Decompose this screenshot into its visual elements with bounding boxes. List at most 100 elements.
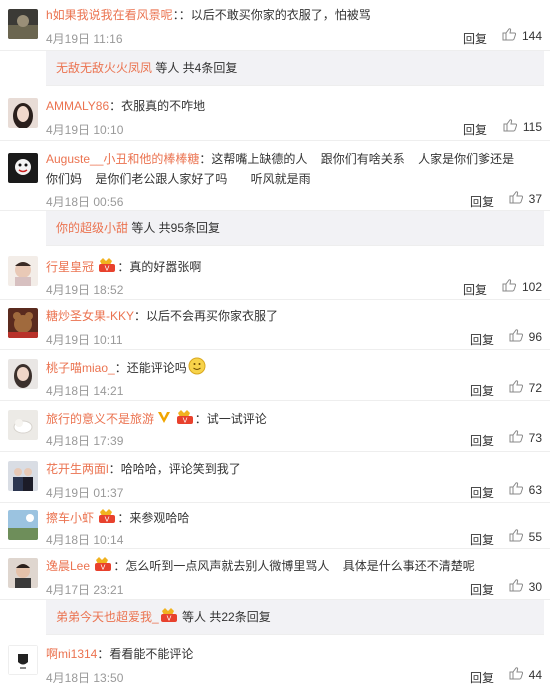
comment-item: 旅行的意义不是旅游 V ：试一试评论 4月18日 17:39 回复 73 (0, 401, 550, 452)
comment-text: 以后不会再买你家衣服了 (146, 309, 279, 323)
vip-badge-icon: V (160, 601, 178, 635)
reply-summary[interactable]: 你的超级小甜 等人 共95条回复 (46, 211, 544, 246)
like-button[interactable]: 30 (509, 579, 542, 595)
reply-button[interactable]: 回复 (470, 331, 494, 348)
like-button[interactable]: 73 (509, 430, 542, 446)
reply-summary-user[interactable]: 你的超级小甜 (56, 221, 128, 235)
comment-item: 擦车小虾 V ：来参观哈哈 4月18日 10:14 回复 55 (0, 503, 550, 549)
comment-username[interactable]: 啊mi1314 (46, 647, 97, 661)
comment-text: 真的好嚣张啊 (129, 260, 202, 274)
like-button[interactable]: 55 (509, 529, 542, 545)
thumbs-up-icon (503, 119, 517, 135)
reply-button[interactable]: 回复 (470, 531, 494, 548)
thumbs-up-icon (509, 482, 523, 498)
like-count: 37 (528, 192, 542, 206)
comment-username[interactable]: 花开生两面l (46, 462, 109, 476)
comment-separator: ： (97, 647, 110, 661)
comment-username[interactable]: 桃子喵miao_ (46, 361, 115, 375)
reply-summary-count[interactable]: 等人 共22条回复 (179, 610, 271, 624)
comment-separator: ： (114, 361, 127, 376)
svg-text:V: V (101, 563, 106, 571)
like-button[interactable]: 115 (503, 119, 542, 135)
like-button[interactable]: 144 (502, 28, 542, 44)
comment-time: 4月18日 10:14 (46, 533, 124, 547)
comment-item: Auguste__小丑和他的棒棒糖：这帮嘴上缺德的人 跟你们有啥关系 人家是你们… (0, 141, 550, 211)
like-count: 72 (528, 381, 542, 395)
reply-button[interactable]: 回复 (470, 432, 494, 449)
like-button[interactable]: 96 (509, 329, 542, 345)
reply-summary-user[interactable]: 无敌无敌火火凤凤 (56, 61, 152, 75)
v-verified-icon (157, 410, 171, 430)
like-button[interactable]: 37 (509, 191, 542, 207)
thumbs-up-icon (509, 667, 523, 683)
reply-button[interactable]: 回复 (470, 581, 494, 598)
comment-username[interactable]: 擦车小虾 (46, 511, 94, 525)
avatar[interactable] (8, 410, 38, 440)
comment-separator: ： (199, 152, 212, 166)
comment-time: 4月19日 10:10 (46, 123, 124, 137)
comment-username[interactable]: 糖炒圣女果-KKY (46, 309, 134, 323)
vip-badge-icon: V (94, 556, 112, 577)
thumbs-up-icon (509, 191, 523, 207)
comment-time: 4月18日 13:50 (46, 671, 124, 685)
avatar[interactable] (8, 9, 38, 39)
vip-badge-icon: V (98, 257, 116, 278)
thumbs-up-icon (509, 329, 523, 345)
reply-button[interactable]: 回复 (470, 484, 494, 501)
reply-button[interactable]: 回复 (470, 669, 494, 686)
reply-button[interactable]: 回复 (463, 30, 487, 47)
svg-text:V: V (166, 614, 171, 622)
reply-summary[interactable]: 无敌无敌火火凤凤 等人 共4条回复 (46, 51, 544, 86)
comment-username[interactable]: AMMALY86 (46, 99, 109, 113)
svg-text:V: V (182, 416, 187, 424)
reply-button[interactable]: 回复 (470, 382, 494, 399)
comment-time: 4月18日 17:39 (46, 434, 124, 448)
comment-username[interactable]: 旅行的意义不是旅游 (46, 412, 154, 426)
like-button[interactable]: 63 (509, 482, 542, 498)
comment-separator: ： (113, 559, 126, 573)
comment-username[interactable]: 逸晨Lee (46, 559, 90, 573)
comment-time: 4月18日 00:56 (46, 195, 124, 209)
reply-button[interactable]: 回复 (463, 121, 487, 138)
avatar[interactable] (8, 510, 38, 540)
vip-badge-icon: V (98, 508, 116, 529)
like-count: 30 (528, 580, 542, 594)
comment-time: 4月19日 10:11 (46, 333, 123, 347)
comment-item: 逸晨Lee V ：怎么听到一点风声就去别人微博里骂人 具体是什么事还不清楚呢 4月… (0, 549, 550, 600)
comment-item: 桃子喵miao_：还能评论吗 4月18日 14:21 回复 72 (0, 350, 550, 401)
like-button[interactable]: 72 (509, 380, 542, 396)
thumbs-up-icon (509, 380, 523, 396)
reply-summary-user[interactable]: 弟弟今天也超爱我_ (56, 610, 159, 624)
reply-button[interactable]: 回复 (470, 193, 494, 210)
reply-summary[interactable]: 弟弟今天也超爱我_ V 等人 共22条回复 (46, 600, 544, 635)
avatar[interactable] (8, 461, 38, 491)
thumbs-up-icon (509, 430, 523, 446)
avatar[interactable] (8, 153, 38, 183)
avatar[interactable] (8, 558, 38, 588)
comment-username[interactable]: 行星皇冠 (46, 260, 94, 274)
avatar[interactable] (8, 308, 38, 338)
comment-text: 来参观哈哈 (129, 511, 190, 525)
like-button[interactable]: 44 (509, 667, 542, 683)
like-button[interactable]: 102 (502, 279, 542, 295)
reply-button[interactable]: 回复 (463, 281, 487, 298)
reply-summary-count[interactable]: 等人 共95条回复 (128, 221, 220, 235)
comment-username[interactable]: Auguste__小丑和他的棒棒糖 (46, 152, 199, 166)
comment-text: 还能评论吗 (126, 361, 187, 376)
comment-feed: h如果我说我在看风景呢 ： ：以后不敢买你家的衣服了，怕被骂 4月19日 11:16… (0, 0, 550, 690)
avatar[interactable] (8, 359, 38, 389)
avatar[interactable] (8, 98, 38, 128)
reply-summary-count[interactable]: 等人 共4条回复 (152, 61, 237, 75)
like-count: 144 (521, 29, 542, 43)
comment-item: 花开生两面l：哈哈哈，评论笑到我了 4月19日 01:37 回复 63 (0, 452, 550, 503)
svg-text:V: V (105, 264, 110, 272)
avatar[interactable] (8, 645, 38, 675)
avatar[interactable] (8, 256, 38, 286)
svg-text:V: V (105, 515, 110, 523)
comment-item: AMMALY86：衣服真的不咋地 4月19日 10:10 回复 115 (0, 86, 550, 141)
comment-time: 4月19日 01:37 (46, 486, 124, 500)
thumbs-up-icon (509, 579, 523, 595)
comment-username[interactable]: h如果我说我在看风景呢 (46, 8, 173, 22)
comment-item: 行星皇冠 V ：真的好嚣张啊 4月19日 18:52 回复 102 (0, 246, 550, 300)
comment-text: ：以后不敢买你家的衣服了，怕被骂 (178, 8, 371, 22)
